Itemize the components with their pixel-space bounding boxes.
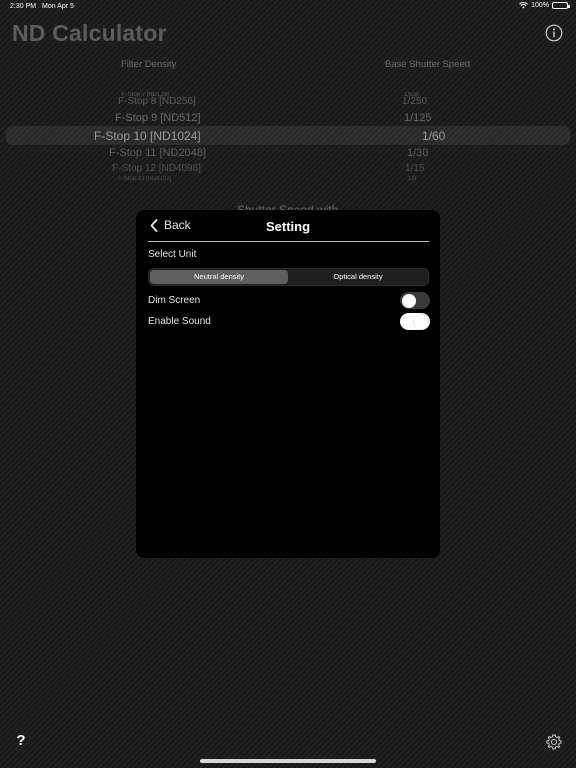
- home-indicator: [200, 759, 376, 763]
- dim-screen-row: Dim Screen: [148, 292, 430, 310]
- status-date: Mon Apr 5: [42, 3, 74, 10]
- enable-sound-label: Enable Sound: [148, 316, 211, 327]
- select-unit-label: Select Unit: [148, 249, 197, 260]
- segment-neutral-density[interactable]: Neutral density: [150, 270, 288, 284]
- settings-modal: Back Setting Select Unit Neutral density…: [136, 210, 440, 558]
- base-shutter-speed-header: Base Shutter Speed: [385, 59, 471, 70]
- filter-density-header: Filter Density: [121, 59, 177, 70]
- picker-row-label: F-Stop 13 [ND8192]: [118, 176, 172, 182]
- picker-row[interactable]: F-Stop 13 [ND8192] 1/8: [0, 176, 576, 192]
- status-time: 2:30 PM: [10, 3, 37, 10]
- battery-percent: 100%: [531, 2, 549, 9]
- picker-row-value: 1/15: [405, 163, 425, 174]
- modal-header: Back Setting: [136, 210, 440, 242]
- enable-sound-toggle[interactable]: [400, 313, 430, 330]
- segment-optical-density[interactable]: Optical density: [289, 270, 427, 284]
- picker-row[interactable]: F-Stop 11 [ND2048] 1/30: [0, 147, 576, 163]
- dim-screen-toggle[interactable]: [400, 292, 430, 309]
- gear-icon[interactable]: [545, 733, 563, 751]
- toggle-knob: [402, 293, 416, 308]
- picker-row-value: 1/60: [422, 129, 446, 143]
- picker-row-value: 1/125: [404, 112, 432, 124]
- status-right: 100%: [519, 2, 570, 9]
- question-mark-icon[interactable]: ?: [12, 732, 30, 750]
- picker-row-value: 1/8: [408, 176, 417, 182]
- divider: [148, 241, 429, 242]
- picker-row[interactable]: F-Stop 8 [ND256] 1/250: [0, 96, 576, 112]
- picker-row-label: F-Stop 12 [ND4096]: [112, 163, 201, 174]
- picker-row-label: F-Stop 11 [ND2048]: [109, 147, 207, 159]
- wifi-icon: [519, 2, 529, 9]
- picker-row-label: F-Stop 9 [ND512]: [115, 112, 201, 124]
- dim-screen-label: Dim Screen: [148, 295, 201, 306]
- picker-row-label: F-Stop 8 [ND256]: [118, 96, 196, 107]
- modal-title: Setting: [265, 219, 311, 234]
- enable-sound-row: Enable Sound: [148, 313, 430, 331]
- toggle-knob: [414, 314, 428, 329]
- status-bar: 2:30 PM Mon Apr 5 100%: [0, 0, 576, 14]
- battery-icon: [552, 2, 570, 9]
- app-title: ND Calculator: [12, 20, 167, 46]
- unit-segmented-control: Neutral density Optical density: [148, 268, 429, 286]
- info-icon[interactable]: [545, 24, 563, 42]
- picker-row-selected[interactable]: F-Stop 10 [ND1024] 1/60: [6, 126, 570, 145]
- picker-row-label: F-Stop 10 [ND1024]: [94, 129, 201, 143]
- picker-row-value: 1/30: [407, 147, 429, 159]
- picker-row-value: 1/250: [402, 96, 428, 107]
